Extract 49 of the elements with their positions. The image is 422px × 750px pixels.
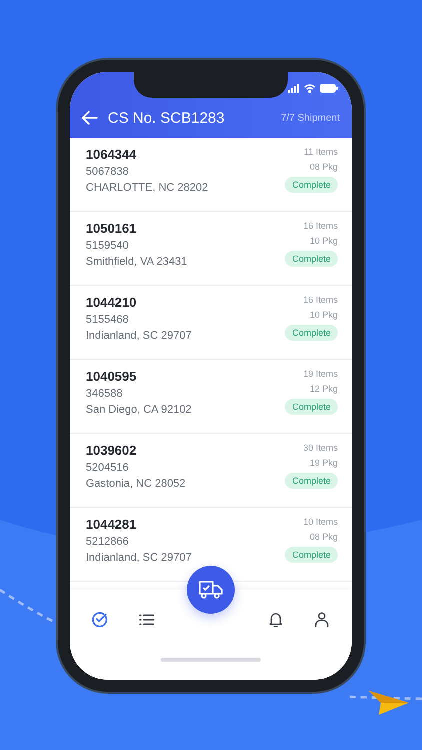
- package-count: 19 Pkg: [310, 458, 338, 468]
- item-count: 19 Items: [303, 369, 338, 379]
- status-badge: Complete: [285, 251, 338, 267]
- status-badge: Complete: [285, 325, 338, 341]
- package-count: 08 Pkg: [310, 162, 338, 172]
- shipment-address: Smithfield, VA 23431: [86, 256, 188, 268]
- shipment-code: 5159540: [86, 240, 129, 252]
- shipment-code: 5067838: [86, 166, 129, 178]
- delivery-truck-button[interactable]: [187, 566, 235, 614]
- shipment-address: CHARLOTTE, NC 28202: [86, 182, 208, 194]
- status-badge: Complete: [285, 473, 338, 489]
- shipment-number: 1039602: [86, 443, 137, 458]
- shipment-code: 5155468: [86, 314, 129, 326]
- status-badge: Complete: [285, 399, 338, 415]
- battery-icon: [320, 84, 338, 92]
- wifi-icon: [304, 84, 316, 92]
- shipment-number: 1044281: [86, 517, 137, 532]
- item-count: 16 Items: [303, 221, 338, 231]
- item-count: 10 Items: [303, 517, 338, 527]
- shipment-address: Indianland, SC 29707: [86, 330, 192, 342]
- status-badge: Complete: [285, 177, 338, 193]
- item-count: 30 Items: [303, 443, 338, 453]
- package-count: 08 Pkg: [310, 532, 338, 542]
- shipment-number: 1040595: [86, 369, 137, 384]
- shipment-number: 1044210: [86, 295, 137, 310]
- shipment-row[interactable]: 1050161 5159540 Smithfield, VA 23431 16 Items 10 Pkg Complete: [70, 212, 352, 286]
- shipment-row[interactable]: 1039602 5204516 Gastonia, NC 28052 30 Items 19 Pkg Complete: [70, 434, 352, 508]
- signal-icon: [288, 84, 300, 92]
- shipment-address: Gastonia, NC 28052: [86, 478, 186, 490]
- shipment-code: 346588: [86, 388, 123, 400]
- shipment-count: 7/7 Shipment: [281, 112, 340, 124]
- package-count: 10 Pkg: [310, 236, 338, 246]
- header-title: CS No. SCB1283: [108, 110, 226, 126]
- shipment-address: San Diego, CA 92102: [86, 404, 192, 416]
- item-count: 11 Items: [304, 147, 338, 157]
- shipment-address: Indianland, SC 29707: [86, 552, 192, 564]
- back-arrow-icon[interactable]: [82, 111, 98, 125]
- package-count: 10 Pkg: [310, 310, 338, 320]
- package-count: 12 Pkg: [310, 384, 338, 394]
- shipment-number: 1050161: [86, 221, 137, 236]
- shipment-row[interactable]: 1064344 5067838 CHARLOTTE, NC 28202 11 Items 08 Pkg Complete: [70, 138, 352, 212]
- shipment-row[interactable]: 1044210 5155468 Indianland, SC 29707 16 Items 10 Pkg Complete: [70, 286, 352, 360]
- truck-icon: [198, 580, 224, 600]
- shipment-row[interactable]: 1040595 346588 San Diego, CA 92102 19 Items 12 Pkg Complete: [70, 360, 352, 434]
- item-count: 16 Items: [303, 295, 338, 305]
- shipment-code: 5212866: [86, 536, 129, 548]
- shipment-number: 1064344: [86, 147, 137, 162]
- status-badge: Complete: [285, 547, 338, 563]
- shipment-code: 5204516: [86, 462, 129, 474]
